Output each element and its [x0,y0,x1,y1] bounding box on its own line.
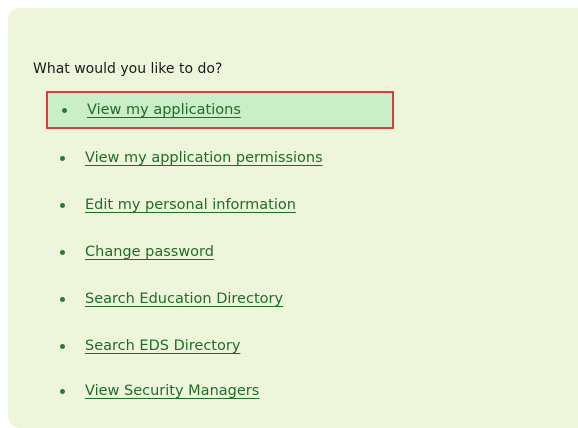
search-eds-directory-link[interactable]: Search EDS Directory [85,338,240,354]
menu-item-view-applications[interactable]: View my applications [46,91,394,129]
bullet-icon [60,155,65,161]
menu-item-view-permissions[interactable]: View my application permissions [46,139,323,177]
bullet-icon [60,296,65,302]
menu-item-view-security-managers[interactable]: View Security Managers [46,372,259,410]
menu-item-search-education-directory[interactable]: Search Education Directory [46,280,283,318]
bullet-icon [60,388,65,394]
bullet-icon [60,343,65,349]
prompt-text: What would you like to do? [33,61,223,77]
bullet-icon [62,107,67,113]
bullet-icon [60,249,65,255]
view-permissions-link[interactable]: View my application permissions [85,150,323,166]
edit-personal-info-link[interactable]: Edit my personal information [85,197,296,213]
menu-item-edit-personal-info[interactable]: Edit my personal information [46,186,296,224]
menu-item-search-eds-directory[interactable]: Search EDS Directory [46,327,240,365]
bullet-icon [60,202,65,208]
view-security-managers-link[interactable]: View Security Managers [85,383,259,399]
change-password-link[interactable]: Change password [85,244,214,260]
view-applications-link[interactable]: View my applications [87,102,241,118]
menu-item-change-password[interactable]: Change password [46,233,214,271]
search-education-directory-link[interactable]: Search Education Directory [85,291,283,307]
